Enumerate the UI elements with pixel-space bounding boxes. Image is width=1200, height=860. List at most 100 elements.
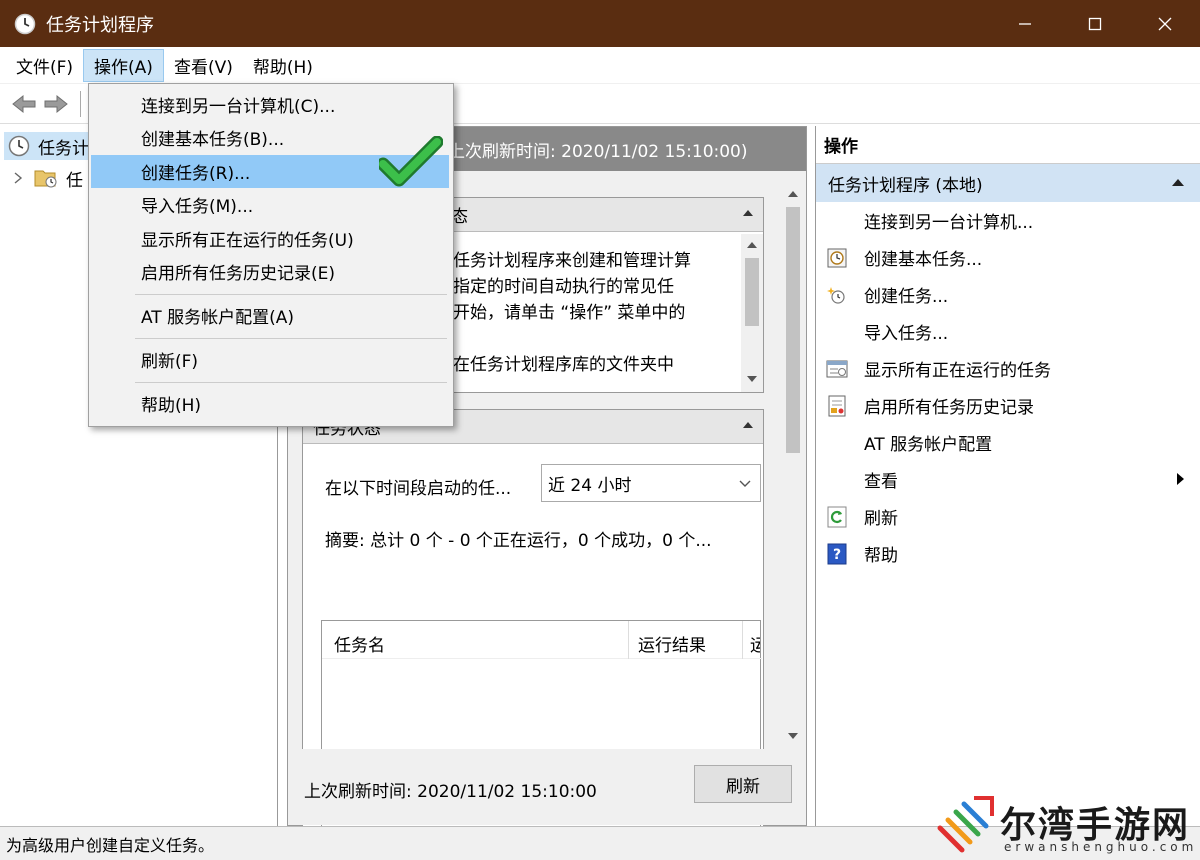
chevron-down-icon bbox=[739, 480, 751, 487]
last-refresh-text: 上次刷新时间: 2020/11/02 15:10:00 bbox=[304, 782, 597, 802]
scroll-up-icon[interactable] bbox=[747, 242, 757, 248]
actions-title: 操作 bbox=[816, 126, 1200, 164]
folder-clock-icon bbox=[34, 170, 57, 188]
collapse-caret-icon[interactable] bbox=[743, 422, 753, 428]
overview-line: 在任务计划程序库的文件夹中 bbox=[453, 355, 674, 375]
action-connect-computer[interactable]: 连接到另一台计算机... bbox=[816, 202, 1200, 239]
forward-button[interactable] bbox=[40, 89, 72, 119]
help-icon: ? bbox=[827, 543, 847, 565]
actions-pane: 操作 任务计划程序 (本地) 连接到另一台计算机... 创建基本任务... 创建… bbox=[815, 126, 1200, 826]
column-run-result[interactable]: 运行结果 bbox=[638, 631, 706, 656]
summary-scroll-thumb[interactable] bbox=[786, 207, 800, 453]
minimize-button[interactable] bbox=[990, 0, 1060, 47]
tree-library-label: 任 bbox=[66, 170, 83, 191]
window-title: 任务计划程序 bbox=[46, 14, 154, 36]
menu-show-running-tasks[interactable]: 显示所有正在运行的任务(U) bbox=[91, 222, 449, 255]
column-task-name[interactable]: 任务名 bbox=[334, 631, 385, 656]
scroll-down-icon[interactable] bbox=[788, 733, 798, 739]
actions-group-label: 任务计划程序 (本地) bbox=[828, 175, 983, 196]
scroll-up-icon[interactable] bbox=[788, 191, 798, 197]
watermark-url: erwanshenghuo.com bbox=[1004, 840, 1198, 854]
task-table-header: 任务名 运行结果 运 bbox=[322, 621, 762, 659]
menu-separator bbox=[135, 382, 447, 383]
action-help[interactable]: ? 帮助 bbox=[816, 535, 1200, 572]
submenu-arrow-icon bbox=[1177, 473, 1184, 485]
menu-file[interactable]: 文件(F) bbox=[6, 49, 83, 82]
action-import-task[interactable]: 导入任务... bbox=[816, 313, 1200, 350]
refresh-button[interactable]: 刷新 bbox=[694, 765, 792, 803]
overview-scrollbar[interactable] bbox=[741, 234, 763, 392]
period-label: 在以下时间段启动的任... bbox=[325, 479, 512, 499]
action-enable-history[interactable]: 启用所有任务历史记录 bbox=[816, 387, 1200, 424]
action-label: AT 服务帐户配置 bbox=[864, 435, 993, 455]
close-icon bbox=[1158, 17, 1172, 30]
watermark: 尔湾手游网 erwanshenghuo.com bbox=[930, 792, 1200, 860]
action-label: 连接到另一台计算机... bbox=[864, 213, 1034, 233]
overview-line bbox=[453, 326, 715, 352]
menu-action[interactable]: 操作(A) bbox=[83, 48, 164, 82]
menu-bar: 文件(F) 操作(A) 查看(V) 帮助(H) bbox=[0, 47, 1200, 84]
action-view-submenu[interactable]: 查看 bbox=[816, 461, 1200, 498]
close-button[interactable] bbox=[1130, 0, 1200, 47]
back-arrow-icon bbox=[12, 94, 36, 113]
action-label: 创建任务... bbox=[864, 287, 949, 307]
menu-view[interactable]: 查看(V) bbox=[164, 49, 243, 82]
tree-root-item[interactable]: 任务计 bbox=[4, 132, 94, 160]
tree-root-label: 任务计 bbox=[38, 138, 89, 159]
toolbar-separator bbox=[80, 90, 81, 117]
menu-separator bbox=[135, 338, 447, 339]
maximize-icon bbox=[1088, 17, 1102, 30]
action-create-basic-task[interactable]: 创建基本任务... bbox=[816, 239, 1200, 276]
title-bar: 任务计划程序 bbox=[0, 0, 1200, 47]
overview-scroll-thumb[interactable] bbox=[745, 258, 759, 326]
collapse-caret-icon[interactable] bbox=[743, 210, 753, 216]
menu-help[interactable]: 帮助(H) bbox=[243, 49, 323, 82]
action-label: 创建基本任务... bbox=[864, 250, 983, 270]
column-run-time[interactable]: 运 bbox=[750, 631, 760, 656]
menu-at-service-account[interactable]: AT 服务帐户配置(A) bbox=[91, 299, 449, 332]
forward-arrow-icon bbox=[44, 94, 68, 113]
chevron-right-icon[interactable] bbox=[12, 171, 24, 185]
menu-refresh[interactable]: 刷新(F) bbox=[91, 343, 449, 376]
action-label: 启用所有任务历史记录 bbox=[864, 398, 1034, 418]
period-dropdown[interactable]: 近 24 小时 bbox=[541, 464, 761, 502]
overview-line: 指定的时间自动执行的常见任 bbox=[453, 277, 674, 297]
period-value: 近 24 小时 bbox=[548, 475, 632, 496]
maximize-button[interactable] bbox=[1060, 0, 1130, 47]
svg-text:?: ? bbox=[833, 547, 841, 563]
status-text: 为高级用户创建自定义任务。 bbox=[6, 835, 215, 855]
summary-scrollbar[interactable] bbox=[782, 183, 804, 747]
refresh-icon bbox=[827, 506, 847, 528]
actions-group-header[interactable]: 任务计划程序 (本地) bbox=[816, 164, 1200, 202]
action-label: 帮助 bbox=[864, 546, 898, 566]
history-icon bbox=[828, 395, 846, 417]
minimize-icon bbox=[1019, 22, 1031, 25]
basic-task-icon bbox=[827, 248, 847, 268]
menu-enable-history[interactable]: 启用所有任务历史记录(E) bbox=[91, 255, 449, 288]
action-menu-dropdown: 连接到另一台计算机(C)... 创建基本任务(B)... 创建任务(R)... … bbox=[88, 83, 454, 427]
summary-text: 摘要: 总计 0 个 - 0 个正在运行，0 个成功，0 个... bbox=[325, 531, 712, 551]
overview-text: 任务计划程序来创建和管理计算 指定的时间自动执行的常见任 开始，请单击 “操作”… bbox=[453, 248, 715, 388]
action-show-running-tasks[interactable]: 显示所有正在运行的任务 bbox=[816, 350, 1200, 387]
action-label: 显示所有正在运行的任务 bbox=[864, 361, 1051, 381]
action-at-service-account[interactable]: AT 服务帐户配置 bbox=[816, 424, 1200, 461]
watermark-logo-icon bbox=[937, 796, 994, 853]
menu-help[interactable]: 帮助(H) bbox=[91, 387, 449, 420]
summary-footer: 上次刷新时间: 2020/11/02 15:10:00 刷新 bbox=[288, 749, 806, 825]
action-label: 刷新 bbox=[864, 509, 898, 529]
action-label: 导入任务... bbox=[864, 324, 949, 344]
collapse-caret-icon[interactable] bbox=[1172, 179, 1184, 186]
scroll-down-icon[interactable] bbox=[747, 376, 757, 382]
clock-icon bbox=[8, 135, 30, 157]
menu-import-task[interactable]: 导入任务(M)... bbox=[91, 188, 449, 221]
back-button[interactable] bbox=[8, 89, 40, 119]
action-refresh[interactable]: 刷新 bbox=[816, 498, 1200, 535]
running-tasks-icon bbox=[826, 360, 848, 378]
overview-line: 任务计划程序来创建和管理计算 bbox=[453, 251, 691, 271]
tree-library-item[interactable]: 任 bbox=[12, 164, 98, 192]
clock-app-icon bbox=[14, 13, 36, 34]
action-create-task[interactable]: 创建任务... bbox=[816, 276, 1200, 313]
column-divider bbox=[742, 621, 743, 659]
menu-connect-computer[interactable]: 连接到另一台计算机(C)... bbox=[91, 88, 449, 121]
overview-line: 开始，请单击 “操作” 菜单中的 bbox=[453, 303, 686, 323]
